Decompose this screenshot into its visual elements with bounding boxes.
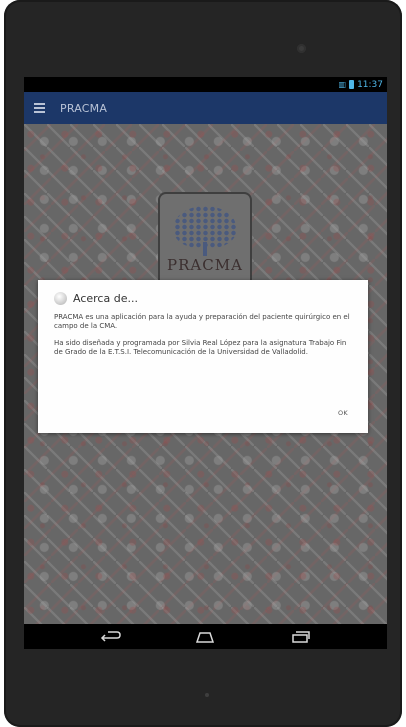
recents-icon bbox=[292, 630, 310, 643]
action-bar: PRACMA bbox=[24, 92, 387, 124]
sensor-dot bbox=[205, 693, 209, 697]
signal-icon: ▥ bbox=[338, 79, 347, 89]
back-button[interactable] bbox=[98, 628, 124, 646]
app-logo: PRACMA bbox=[158, 192, 252, 292]
home-icon bbox=[196, 631, 215, 643]
dialog-header: Acerca de... bbox=[54, 292, 368, 305]
hamburger-menu-icon[interactable] bbox=[34, 103, 45, 113]
info-icon bbox=[54, 292, 67, 305]
back-icon bbox=[101, 630, 121, 642]
navigation-bar bbox=[24, 624, 387, 649]
recents-button[interactable] bbox=[287, 628, 313, 646]
app-title: PRACMA bbox=[60, 101, 108, 115]
battery-icon bbox=[349, 80, 355, 89]
dialog-title: Acerca de... bbox=[73, 292, 138, 305]
tree-trunk bbox=[203, 242, 207, 256]
status-bar: ▥ 11:37 bbox=[24, 77, 387, 92]
dialog-paragraph-1: PRACMA es una aplicación para la ayuda y… bbox=[54, 313, 350, 330]
dialog-paragraph-2: Ha sido diseñada y programada por Silvia… bbox=[54, 339, 347, 356]
logo-text: PRACMA bbox=[167, 256, 243, 274]
front-camera bbox=[297, 44, 306, 53]
status-time: 11:37 bbox=[357, 79, 383, 90]
home-button[interactable] bbox=[192, 628, 218, 646]
dialog-message: PRACMA es una aplicación para la ayuda y… bbox=[54, 313, 356, 356]
about-dialog: Acerca de... PRACMA es una aplicación pa… bbox=[38, 280, 368, 433]
ok-button[interactable]: OK bbox=[338, 409, 348, 417]
